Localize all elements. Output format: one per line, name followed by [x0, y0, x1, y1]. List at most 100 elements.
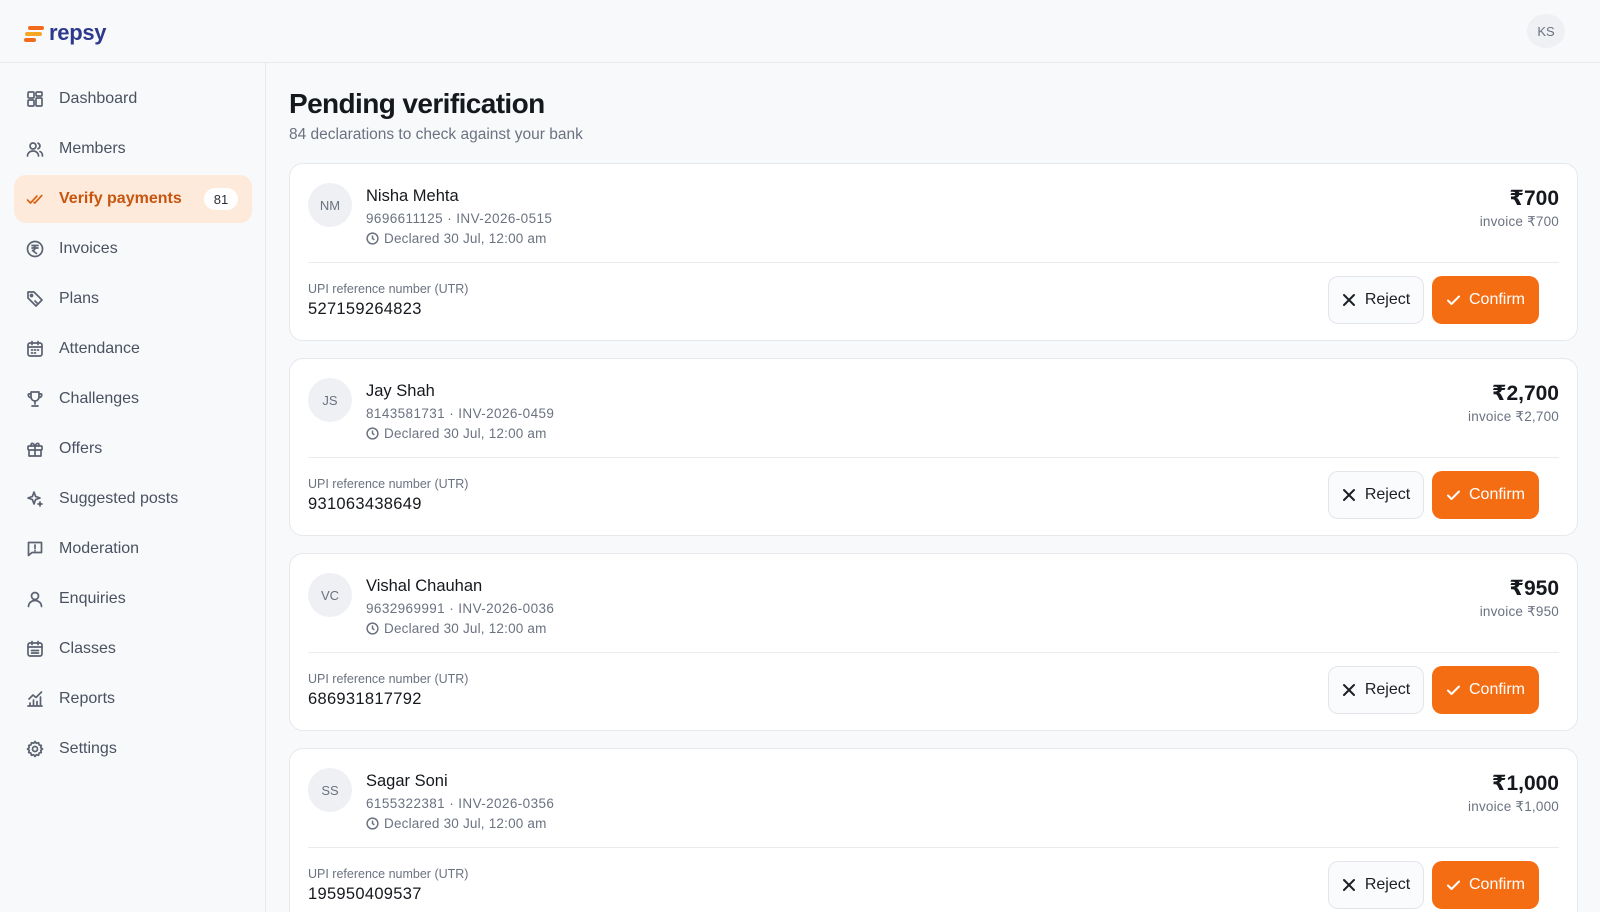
- close-icon: [1342, 294, 1355, 306]
- checkmark-icon: [1446, 490, 1460, 500]
- confirm-label: Confirm: [1468, 876, 1525, 893]
- declared-time: Declared 30 Jul, 12:00 am: [366, 816, 547, 831]
- member-phone-invoice: 8143581731 · INV-2026-0459: [366, 406, 555, 421]
- chart-icon: [27, 691, 43, 707]
- utr-label: UPI reference number (UTR): [308, 282, 469, 296]
- sidebar-item-label: Settings: [59, 740, 117, 757]
- sidebar-item-invoices[interactable]: Invoices: [14, 225, 252, 273]
- user-avatar[interactable]: KS: [1527, 14, 1565, 48]
- member-name: Sagar Soni: [366, 772, 448, 790]
- sidebar-item-label: Challenges: [59, 390, 140, 407]
- payment-card: NM Nisha Mehta 9696611125 · INV-2026-051…: [289, 163, 1578, 341]
- clock-icon: [366, 622, 379, 635]
- member-name: Nisha Mehta: [366, 187, 459, 205]
- invoice-amount: invoice ₹2,700: [1468, 409, 1559, 424]
- reject-button[interactable]: Reject: [1328, 861, 1424, 909]
- utr-label: UPI reference number (UTR): [308, 477, 469, 491]
- sidebar-item-label: Dashboard: [59, 90, 138, 107]
- clock-icon: [366, 427, 379, 440]
- member-avatar: VC: [308, 573, 352, 617]
- sidebar-item-label: Invoices: [59, 240, 118, 257]
- dashboard-icon: [27, 91, 43, 107]
- declared-text: Declared 30 Jul, 12:00 am: [384, 621, 547, 636]
- rupee-coin-icon: [26, 240, 44, 258]
- reject-label: Reject: [1364, 291, 1411, 308]
- sidebar-item-attendance[interactable]: Attendance: [14, 325, 252, 373]
- sidebar-item-plans[interactable]: Plans: [14, 275, 252, 323]
- declared-time: Declared 30 Jul, 12:00 am: [366, 231, 547, 246]
- sidebar-item-dashboard[interactable]: Dashboard: [14, 75, 252, 123]
- sidebar-item-moderation[interactable]: Moderation: [14, 525, 252, 573]
- invoice-amount: invoice ₹1,000: [1468, 799, 1559, 814]
- reject-button[interactable]: Reject: [1328, 666, 1424, 714]
- card-divider: [308, 457, 1559, 458]
- checkmark-icon: [1446, 685, 1460, 695]
- declared-amount: ₹950: [1509, 577, 1559, 600]
- confirm-button[interactable]: Confirm: [1432, 471, 1539, 519]
- sidebar-item-label: Moderation: [59, 540, 140, 557]
- page-subtitle: 84 declarations to check against your ba…: [289, 126, 583, 143]
- sidebar-item-label: Attendance: [59, 340, 140, 357]
- card-divider: [308, 652, 1559, 653]
- sidebar-item-label: Members: [59, 140, 126, 157]
- sidebar-item-label: Enquiries: [59, 590, 126, 607]
- sidebar-item-label: Reports: [59, 690, 116, 707]
- invoice-amount: invoice ₹950: [1479, 604, 1559, 619]
- utr-value: 195950409537: [308, 885, 422, 903]
- member-name: Vishal Chauhan: [366, 577, 483, 595]
- user-icon: [27, 591, 43, 608]
- sidebar-item-challenges[interactable]: Challenges: [14, 375, 252, 423]
- member-avatar: NM: [308, 183, 352, 227]
- sidebar-item-label: Suggested posts: [59, 490, 179, 507]
- flag-message-icon: [27, 541, 43, 557]
- close-icon: [1342, 879, 1355, 891]
- sidebar: Dashboard Members Verify payments 81 Inv…: [0, 63, 266, 912]
- checkmark-icon: [1446, 295, 1460, 305]
- sidebar-item-verify-payments[interactable]: Verify payments 81: [14, 175, 252, 223]
- sidebar-item-settings[interactable]: Settings: [14, 725, 252, 773]
- sidebar-item-offers[interactable]: Offers: [14, 425, 252, 473]
- member-phone-invoice: 9632969991 · INV-2026-0036: [366, 601, 555, 616]
- confirm-button[interactable]: Confirm: [1432, 276, 1539, 324]
- gear-icon: [26, 740, 44, 758]
- repsy-logo[interactable]: repsy: [24, 20, 107, 46]
- trophy-icon: [27, 391, 43, 407]
- sidebar-item-label: Plans: [59, 290, 100, 307]
- sidebar-item-label: Offers: [59, 440, 103, 457]
- sidebar-item-reports[interactable]: Reports: [14, 675, 252, 723]
- utr-value: 686931817792: [308, 690, 422, 708]
- page-title: Pending verification: [289, 88, 545, 119]
- payment-card: JS Jay Shah 8143581731 · INV-2026-0459 D…: [289, 358, 1578, 536]
- sidebar-item-suggested-posts[interactable]: Suggested posts: [14, 475, 252, 523]
- calendar-icon: [27, 340, 43, 357]
- declared-time: Declared 30 Jul, 12:00 am: [366, 426, 547, 441]
- reject-button[interactable]: Reject: [1328, 276, 1424, 324]
- sidebar-item-label: Verify payments: [59, 190, 182, 207]
- reject-label: Reject: [1364, 681, 1411, 698]
- logo-text: repsy: [49, 20, 107, 45]
- card-divider: [308, 847, 1559, 848]
- confirm-button[interactable]: Confirm: [1432, 861, 1539, 909]
- close-icon: [1342, 684, 1355, 696]
- confirm-button[interactable]: Confirm: [1432, 666, 1539, 714]
- utr-value: 931063438649: [308, 495, 422, 513]
- members-icon: [26, 142, 44, 157]
- declared-amount: ₹700: [1509, 187, 1559, 210]
- logo-mark-icon: [24, 24, 44, 42]
- utr-label: UPI reference number (UTR): [308, 867, 469, 881]
- confirm-label: Confirm: [1468, 291, 1525, 308]
- gift-icon: [27, 442, 43, 457]
- sidebar-item-classes[interactable]: Classes: [14, 625, 252, 673]
- card-divider: [308, 262, 1559, 263]
- declared-text: Declared 30 Jul, 12:00 am: [384, 426, 547, 441]
- invoice-amount: invoice ₹700: [1479, 214, 1559, 229]
- member-avatar: JS: [308, 378, 352, 422]
- sidebar-item-members[interactable]: Members: [14, 125, 252, 173]
- reject-label: Reject: [1364, 486, 1411, 503]
- check-double-icon: [26, 194, 43, 204]
- member-name: Jay Shah: [366, 382, 435, 400]
- utr-value: 527159264823: [308, 300, 422, 318]
- sidebar-item-enquiries[interactable]: Enquiries: [14, 575, 252, 623]
- reject-button[interactable]: Reject: [1328, 471, 1424, 519]
- top-bar: repsy KS: [0, 0, 1600, 63]
